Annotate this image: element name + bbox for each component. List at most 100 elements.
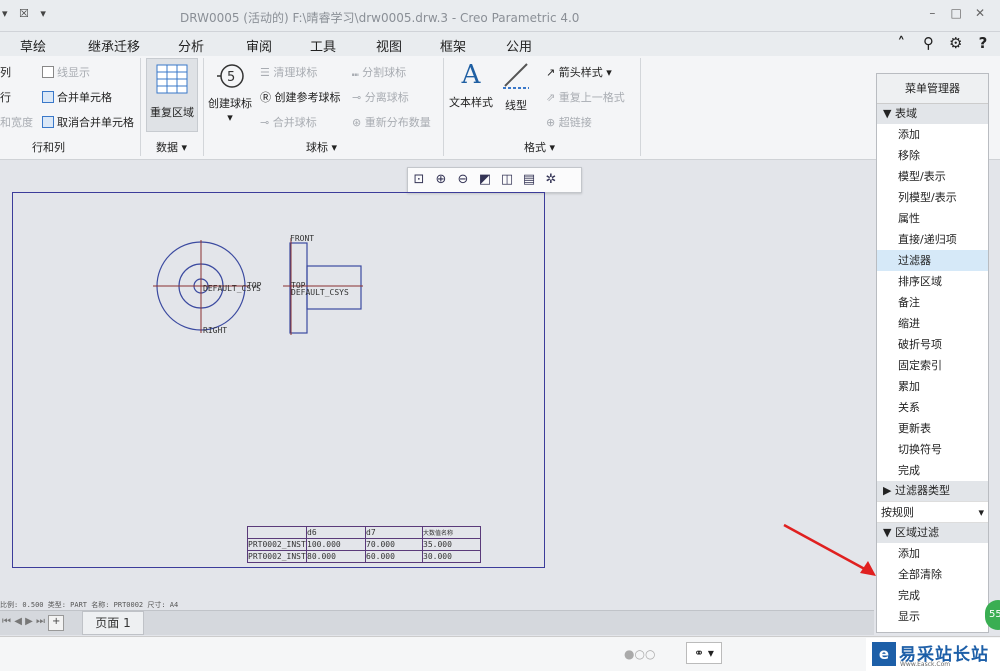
menu-item[interactable]: 切换符号 <box>877 439 988 460</box>
settings-icon[interactable]: ⚙ <box>945 34 967 52</box>
tab-sketch[interactable]: 草绘 <box>20 36 46 55</box>
table-header-cell <box>247 526 307 539</box>
menu-item[interactable]: 属性 <box>877 208 988 229</box>
table-cell: PRT0002_INST <box>247 550 307 563</box>
repaint-icon[interactable]: ◩ <box>474 172 496 187</box>
table-row[interactable]: PRT0002_INST 80.000 60.000 30.000 <box>247 550 481 563</box>
window-title: DRW0005 (活动的) F:\晴睿学习\drw0005.drw.3 - Cr… <box>180 11 580 25</box>
last-page-icon[interactable]: ⏭ <box>36 616 45 627</box>
datum-display-icon[interactable]: ✲ <box>540 172 562 187</box>
tab-analysis[interactable]: 分析 <box>178 36 204 55</box>
chevron-down-icon: ▾ <box>978 506 984 519</box>
csys-label-2: DEFAULT_CSYS <box>291 288 349 297</box>
line-display-button[interactable]: 线显示 <box>42 64 90 80</box>
create-balloon-label: 创建球标 <box>208 97 252 110</box>
help-icon[interactable]: ? <box>972 34 994 52</box>
menu-section-filter-type[interactable]: ▶ 过滤器类型 <box>877 481 988 501</box>
menu-manager: 菜单管理器 ▼ 表域 添加 移除 模型/表示 列模型/表示 属性 直接/递归项 过滤器 排序区… <box>876 73 989 633</box>
menu-items-table-region: 添加 移除 模型/表示 列模型/表示 属性 直接/递归项 过滤器 排序区域 备注 缩进 破折号项 固定… <box>877 124 988 481</box>
menu-item[interactable]: 更新表 <box>877 418 988 439</box>
menu-item[interactable]: 缩进 <box>877 313 988 334</box>
collapse-ribbon-icon[interactable]: ˄ <box>890 34 912 52</box>
search-icon[interactable]: ⚲ <box>918 34 940 52</box>
zoom-in-icon[interactable]: ⊕ <box>430 172 452 187</box>
tab-view[interactable]: 视图 <box>376 36 402 55</box>
refit-icon[interactable]: ⊡ <box>408 172 430 187</box>
menu-item[interactable]: 添加 <box>877 543 988 564</box>
zoom-out-icon[interactable]: ⊖ <box>452 172 474 187</box>
line-style-button[interactable]: 线型 <box>498 60 534 130</box>
menu-item[interactable]: 全部清除 <box>877 564 988 585</box>
column-button[interactable]: 列 <box>0 64 11 80</box>
arrow-style-button[interactable]: ↗ 箭头样式 ▾ <box>546 64 612 80</box>
annotation-arrow <box>783 523 876 576</box>
repeat-region-table[interactable]: d6 d7 大数值名称 PRT0002_INST 100.000 70.000 … <box>247 526 481 563</box>
menu-item[interactable]: 排序区域 <box>877 271 988 292</box>
text-style-label: 文本样式 <box>449 96 493 109</box>
binocular-icon[interactable]: ⚭ ▾ <box>686 642 722 664</box>
repeat-last-format-button[interactable]: ⇗ 重复上一格式 <box>546 89 625 105</box>
group-data-label[interactable]: 数据 ▾ <box>156 139 187 155</box>
drawing-canvas[interactable]: ⊡ ⊕ ⊖ ◩ ◫ ▤ ✲ DEFAULT_CSYS TOP RIGHT FRONT TOP… <box>0 161 876 609</box>
dropdown-arrow-icon: ▾ <box>227 111 233 124</box>
notification-badge[interactable]: 55 <box>985 600 1000 630</box>
sheet-icon[interactable]: ▤ <box>518 172 540 187</box>
menu-item[interactable]: 完成 <box>877 460 988 481</box>
unmerge-cells-button[interactable]: 取消合并单元格 <box>42 114 134 130</box>
menu-item[interactable]: 固定索引 <box>877 355 988 376</box>
width-button[interactable]: 和宽度 <box>0 114 33 130</box>
close-icon[interactable]: ✕ <box>970 6 990 20</box>
text-style-button[interactable]: A 文本样式 <box>448 60 494 130</box>
hyperlink-button[interactable]: ⊕ 超链接 <box>546 114 592 130</box>
menu-item[interactable]: 列模型/表示 <box>877 187 988 208</box>
clean-balloon-button[interactable]: ☰ 清理球标 <box>260 64 317 80</box>
tab-common[interactable]: 公用 <box>506 36 532 55</box>
top-label: TOP <box>247 281 262 290</box>
merge-cells-icon <box>42 91 54 103</box>
split-balloon-button[interactable]: ⑉ 分割球标 <box>352 64 406 80</box>
model-display-icon[interactable]: ◫ <box>496 172 518 187</box>
tab-frame[interactable]: 框架 <box>440 36 466 55</box>
prev-page-icon[interactable]: ◀ <box>14 616 22 627</box>
merge-balloon-button[interactable]: ⊸ 合并球标 <box>260 114 317 130</box>
menu-section-region-filter[interactable]: ▼ 区域过滤 <box>877 523 988 543</box>
filter-type-select[interactable]: 按规则 ▾ <box>877 501 988 523</box>
group-balloon-label[interactable]: 球标 ▾ <box>306 139 337 155</box>
maximize-icon[interactable]: □ <box>946 6 966 20</box>
customize-toolbar-icon[interactable]: ▾ <box>40 7 46 20</box>
tab-review[interactable]: 审阅 <box>246 36 272 55</box>
tab-legacy-migration[interactable]: 继承迁移 <box>88 36 140 55</box>
first-page-icon[interactable]: ⏮ <box>2 616 11 627</box>
create-balloon-button[interactable]: 5 创建球标 ▾ <box>206 62 254 132</box>
detach-balloon-button[interactable]: ⊸ 分离球标 <box>352 89 409 105</box>
menu-item[interactable]: 显示 <box>877 606 988 627</box>
menu-item[interactable]: 累加 <box>877 376 988 397</box>
next-page-icon[interactable]: ▶ <box>25 616 33 627</box>
menu-item[interactable]: 完成 <box>877 585 988 606</box>
menu-item[interactable]: 添加 <box>877 124 988 145</box>
page-tab[interactable]: 页面 1 <box>82 611 144 635</box>
menu-item[interactable]: 过滤器 <box>877 250 988 271</box>
table-row[interactable]: PRT0002_INST 100.000 70.000 35.000 <box>247 538 481 551</box>
merge-cells-button[interactable]: 合并单元格 <box>42 89 112 105</box>
add-page-icon[interactable]: + <box>48 615 65 631</box>
menu-section-table-region[interactable]: ▼ 表域 <box>877 104 988 124</box>
dropdown-arrow-icon[interactable]: ▾ <box>2 7 8 20</box>
tab-tools[interactable]: 工具 <box>310 36 336 55</box>
menu-item[interactable]: 直接/递归项 <box>877 229 988 250</box>
menu-item[interactable]: 破折号项 <box>877 334 988 355</box>
repeat-region-button[interactable]: 重复区域 <box>146 58 198 132</box>
menu-item[interactable]: 备注 <box>877 292 988 313</box>
drawing-views: DEFAULT_CSYS TOP RIGHT FRONT TOP DEFAULT… <box>153 234 363 335</box>
line-style-label: 线型 <box>505 99 527 112</box>
status-dots-icon: ●○○ <box>624 647 656 661</box>
menu-item[interactable]: 移除 <box>877 145 988 166</box>
group-format-label[interactable]: 格式 ▾ <box>524 139 555 155</box>
close-window-icon[interactable]: ☒ <box>19 7 29 20</box>
menu-item[interactable]: 关系 <box>877 397 988 418</box>
redistribute-button[interactable]: ⊛ 重新分布数量 <box>352 114 431 130</box>
menu-item[interactable]: 模型/表示 <box>877 166 988 187</box>
create-ref-balloon-button[interactable]: Ⓡ 创建参考球标 <box>260 89 341 105</box>
row-button[interactable]: 行 <box>0 89 11 105</box>
minimize-icon[interactable]: – <box>922 6 942 20</box>
